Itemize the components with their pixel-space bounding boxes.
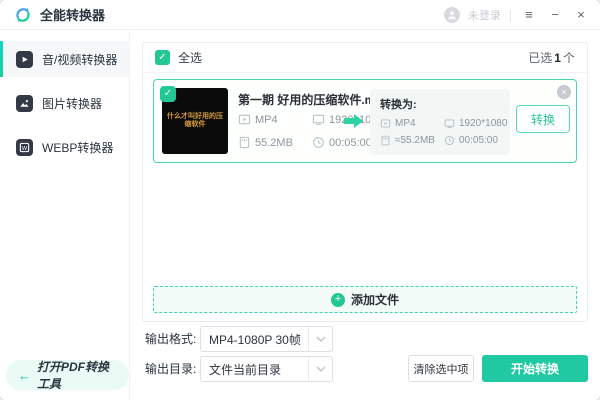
output-format-value: MP4-1080P 30帧 [209, 332, 301, 347]
video-converter-icon [16, 50, 33, 68]
app-logo-icon [16, 7, 30, 22]
sidebar-item-label: WEBP转换器 [42, 140, 114, 155]
plus-icon: + [330, 292, 345, 307]
target-duration: 00:05:00 [444, 135, 507, 146]
back-arrow-icon: ← [18, 367, 31, 383]
format-icon [380, 119, 391, 128]
login-status-label[interactable]: 未登录 [468, 7, 501, 23]
thumbnail-text: 什么才叫好用的压缩软件 [167, 112, 223, 128]
app-window: 全能转换器 未登录 | ≡ − × 音/视频转换器 图片转换器 W WEBP转换… [0, 0, 600, 400]
user-avatar[interactable] [443, 6, 460, 23]
target-specs-panel: 转换为: MP4 1920*1080 ≈55.2MB 00:05:00 [370, 89, 510, 155]
selected-count-value: 1 [554, 51, 561, 65]
sidebar-item-label: 图片转换器 [42, 96, 103, 111]
resolution-icon [444, 119, 455, 129]
titlebar: 全能转换器 未登录 | ≡ − × [0, 0, 600, 30]
list-header: ✓ 全选 已选 1 个 [143, 43, 587, 73]
target-size: ≈55.2MB [380, 135, 444, 146]
target-specs: MP4 1920*1080 ≈55.2MB 00:05:00 [380, 118, 507, 146]
svg-text:W: W [22, 145, 28, 151]
duration-icon [444, 135, 455, 146]
output-format-label: 输出格式: [145, 332, 197, 346]
select-all-label: 全选 [178, 51, 203, 65]
titlebar-separator: | [508, 7, 512, 22]
selected-suffix: 个 [562, 51, 575, 65]
size-icon [239, 136, 250, 149]
convert-arrow-icon [344, 114, 363, 128]
selected-count: 已选 1 个 [528, 49, 575, 66]
target-resolution: 1920*1080 [444, 118, 507, 129]
start-convert-button[interactable]: 开始转换 [482, 355, 588, 382]
size-icon [381, 135, 390, 146]
source-size: 55.2MB [238, 136, 312, 149]
resolution-icon [312, 114, 325, 125]
titlebar-controls: 未登录 | ≡ − × [443, 6, 590, 24]
menu-icon[interactable]: ≡ [520, 6, 538, 24]
file-checkbox[interactable]: ✓ [160, 86, 176, 102]
target-label: 转换为: [380, 99, 417, 111]
sidebar-item-webp-converter[interactable]: W WEBP转换器 [0, 129, 129, 165]
file-card: 什么才叫好用的压缩软件 ✓ 第一期 好用的压缩软件.mp4 MP4 1920x1… [153, 79, 577, 163]
add-files-label: 添加文件 [350, 293, 399, 307]
source-format: MP4 [238, 113, 312, 126]
sidebar: 音/视频转换器 图片转换器 W WEBP转换器 ← 打开PDF转换工具 [0, 31, 130, 400]
remove-file-icon[interactable]: × [557, 85, 571, 99]
duration-icon [313, 137, 324, 148]
output-dir-label: 输出目录: [145, 362, 197, 376]
close-icon[interactable]: × [572, 6, 590, 24]
image-converter-icon [16, 94, 33, 112]
clear-selected-button[interactable]: 清除选中项 [408, 355, 474, 382]
convert-button[interactable]: 转换 [516, 105, 570, 133]
file-list-panel: ✓ 全选 已选 1 个 什么才叫好用的压缩软件 ✓ 第一期 好用的压缩软件.mp4 … [142, 42, 588, 322]
open-pdf-tool-button[interactable]: ← 打开PDF转换工具 [6, 360, 129, 391]
output-dir-value: 文件当前目录 [209, 362, 282, 377]
format-icon [238, 114, 251, 125]
sidebar-item-av-converter[interactable]: 音/视频转换器 [0, 41, 129, 77]
add-files-button[interactable]: + 添加文件 [153, 286, 577, 313]
minimize-icon[interactable]: − [546, 6, 564, 24]
target-format: MP4 [380, 118, 444, 129]
sidebar-item-label: 音/视频转换器 [42, 52, 118, 67]
output-dir-select[interactable]: 文件当前目录 [200, 356, 333, 382]
select-all-checkbox[interactable]: ✓ [155, 50, 170, 65]
chevron-down-icon [308, 357, 332, 381]
pdf-tool-label: 打开PDF转换工具 [37, 360, 110, 391]
app-title: 全能转换器 [40, 8, 106, 23]
sidebar-item-image-converter[interactable]: 图片转换器 [0, 85, 129, 121]
file-name: 第一期 好用的压缩软件.mp4 [238, 93, 390, 107]
active-indicator [0, 41, 3, 77]
selected-prefix: 已选 [528, 51, 553, 65]
webp-converter-icon: W [16, 138, 33, 156]
person-icon [448, 11, 456, 19]
output-format-select[interactable]: MP4-1080P 30帧 [200, 326, 333, 352]
chevron-down-icon [308, 327, 332, 351]
